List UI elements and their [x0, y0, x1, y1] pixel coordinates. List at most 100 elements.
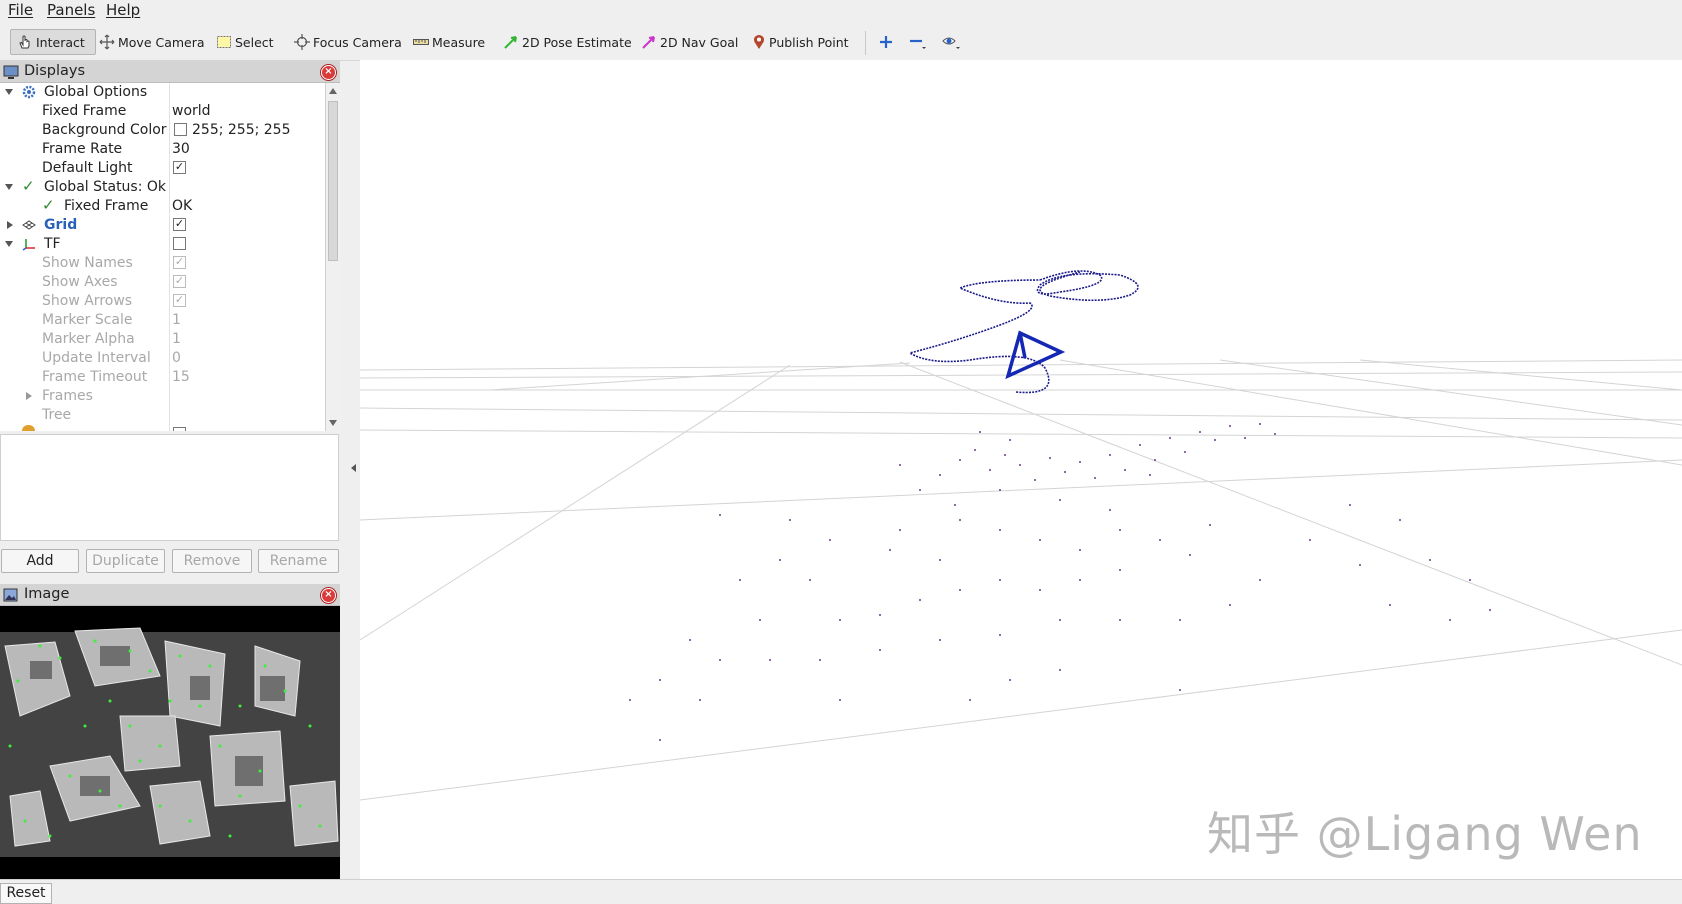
publish-point-tool[interactable]: Publish Point — [752, 29, 849, 55]
color-swatch[interactable] — [174, 123, 187, 136]
camera-display-icon — [22, 425, 35, 431]
marker-scale-value[interactable]: 1 — [172, 312, 181, 328]
frame-timeout-label: Frame Timeout — [42, 369, 148, 385]
tree-row-background-color[interactable]: Background Color 255; 255; 255 — [0, 121, 325, 140]
menu-file[interactable]: File — [8, 1, 33, 19]
scroll-up-icon[interactable] — [329, 88, 337, 94]
eye-icon — [942, 37, 960, 49]
minus-icon — [910, 39, 926, 49]
tree-row-global-status[interactable]: ✓ Global Status: Ok — [0, 177, 325, 197]
add-tool-button[interactable] — [875, 32, 897, 52]
marker-scale-label: Marker Scale — [42, 312, 133, 328]
nav-goal-tool[interactable]: 2D Nav Goal — [641, 29, 738, 55]
move-camera-label: Move Camera — [118, 34, 205, 50]
show-names-checkbox[interactable]: ✓ — [173, 256, 186, 269]
crosshair-icon — [294, 34, 310, 50]
scroll-thumb[interactable] — [328, 101, 338, 261]
interact-tool[interactable]: Interact — [10, 29, 96, 55]
pose-estimate-tool[interactable]: 2D Pose Estimate — [503, 29, 632, 55]
publish-point-label: Publish Point — [769, 34, 849, 50]
marker-alpha-value[interactable]: 1 — [172, 331, 181, 347]
tree-row-show-axes[interactable]: Show Axes ✓ — [0, 273, 325, 292]
tree-label: Tree — [42, 407, 72, 423]
image-panel-title: Image — [24, 586, 70, 602]
frame-rate-label: Frame Rate — [42, 141, 123, 157]
move-arrows-icon — [99, 34, 115, 50]
tree-row-marker-scale[interactable]: Marker Scale 1 — [0, 311, 325, 330]
select-box-icon — [217, 36, 231, 48]
show-names-label: Show Names — [42, 255, 133, 271]
grid-icon — [22, 220, 36, 230]
expand-arrow-icon[interactable] — [5, 184, 13, 190]
tree-row-default-light[interactable]: Default Light ✓ — [0, 159, 325, 178]
background-color-value[interactable]: 255; 255; 255 — [192, 122, 291, 138]
show-arrows-checkbox[interactable]: ✓ — [173, 294, 186, 307]
update-interval-value[interactable]: 0 — [172, 350, 181, 366]
tree-row-show-names[interactable]: Show Names ✓ — [0, 254, 325, 273]
image-icon — [3, 588, 18, 602]
tree-row-marker-alpha[interactable]: Marker Alpha 1 — [0, 330, 325, 349]
displays-scrollbar[interactable] — [325, 83, 341, 431]
interact-label: Interact — [36, 34, 85, 50]
view-tool-button[interactable] — [941, 32, 963, 52]
tree-row-partial — [0, 425, 325, 431]
global-options-label: Global Options — [44, 84, 148, 100]
watermark-text: 知乎 @Ligang Wen — [1207, 807, 1643, 861]
rename-button[interactable]: Rename — [258, 549, 339, 573]
collapse-panel-arrow-icon[interactable] — [351, 464, 356, 472]
partial-checkbox[interactable] — [173, 427, 186, 431]
move-camera-tool[interactable]: Move Camera — [99, 29, 205, 55]
fixed-frame-value[interactable]: world — [172, 103, 211, 119]
focus-camera-tool[interactable]: Focus Camera — [294, 29, 402, 55]
collapsed-arrow-icon[interactable] — [7, 221, 13, 229]
tree-row-tree[interactable]: Tree — [0, 406, 325, 425]
scroll-down-icon[interactable] — [329, 420, 337, 426]
frame-rate-value[interactable]: 30 — [172, 141, 190, 157]
displays-tree: Global Options Fixed Frame world Backgro… — [0, 83, 326, 431]
tree-row-fixed-frame[interactable]: Fixed Frame world — [0, 102, 325, 121]
tree-row-update-interval[interactable]: Update Interval 0 — [0, 349, 325, 368]
grid-checkbox[interactable]: ✓ — [173, 218, 186, 231]
measure-tool[interactable]: Measure — [413, 29, 485, 55]
menu-panels[interactable]: Panels — [47, 1, 95, 19]
global-status-label: Global Status: Ok — [44, 179, 167, 195]
monitor-icon — [3, 65, 19, 79]
expand-arrow-icon[interactable] — [5, 241, 13, 247]
collapsed-arrow-icon[interactable] — [26, 392, 32, 400]
gear-icon — [22, 85, 36, 99]
tree-row-frame-rate[interactable]: Frame Rate 30 — [0, 140, 325, 159]
tree-row-global-options[interactable]: Global Options — [0, 83, 325, 102]
grid-label: Grid — [44, 217, 78, 233]
update-interval-label: Update Interval — [42, 350, 151, 366]
toolbar: Interact Move Camera Select Focus Camera… — [0, 23, 1682, 61]
frame-timeout-value[interactable]: 15 — [172, 369, 190, 385]
remove-button[interactable]: Remove — [172, 549, 252, 573]
tree-row-show-arrows[interactable]: Show Arrows ✓ — [0, 292, 325, 311]
reset-button[interactable]: Reset — [0, 883, 52, 904]
duplicate-button[interactable]: Duplicate — [86, 549, 165, 573]
expand-arrow-icon[interactable] — [5, 89, 13, 95]
remove-tool-button[interactable] — [907, 32, 929, 52]
checkmark-icon: ✓ — [42, 196, 55, 214]
add-button[interactable]: Add — [1, 549, 79, 573]
default-light-label: Default Light — [42, 160, 133, 176]
tree-row-frames[interactable]: Frames — [0, 387, 325, 406]
close-image-button[interactable]: × — [321, 588, 336, 603]
show-axes-checkbox[interactable]: ✓ — [173, 275, 186, 288]
marker-alpha-label: Marker Alpha — [42, 331, 135, 347]
tree-row-frame-timeout[interactable]: Frame Timeout 15 — [0, 368, 325, 387]
tree-row-status-fixed-frame[interactable]: ✓ Fixed Frame OK — [0, 196, 325, 216]
menu-help[interactable]: Help — [106, 1, 140, 19]
tree-row-tf[interactable]: TF — [0, 235, 325, 254]
3d-viewport[interactable] — [360, 60, 1682, 879]
nav-goal-label: 2D Nav Goal — [660, 34, 739, 50]
tree-row-grid[interactable]: Grid ✓ — [0, 216, 325, 235]
scene-render — [360, 270, 1682, 801]
measure-label: Measure — [432, 34, 486, 50]
fixed-frame-label: Fixed Frame — [42, 103, 127, 119]
default-light-checkbox[interactable]: ✓ — [173, 161, 186, 174]
tf-checkbox[interactable] — [173, 237, 186, 250]
close-displays-button[interactable]: × — [321, 65, 336, 80]
select-tool[interactable]: Select — [216, 29, 274, 55]
camera-image-view[interactable] — [0, 606, 340, 879]
